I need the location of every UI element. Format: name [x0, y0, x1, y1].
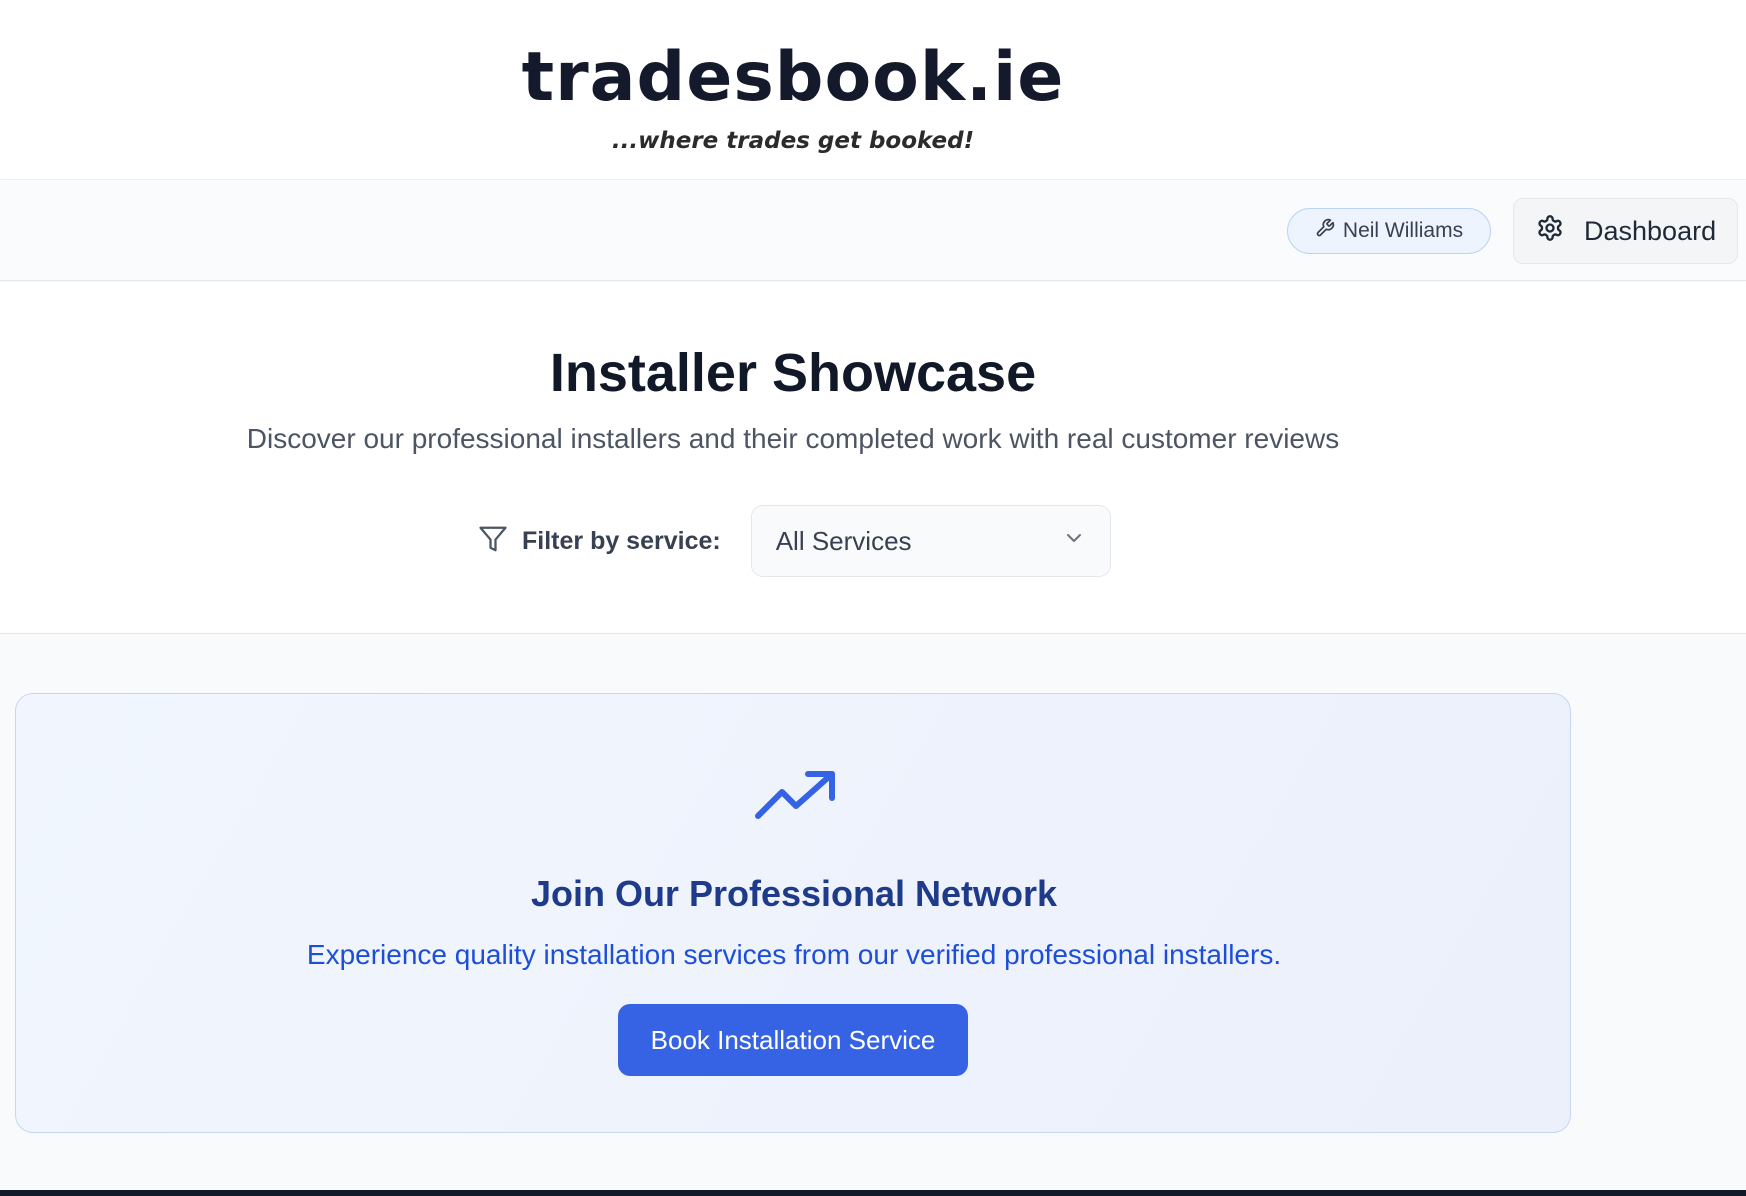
dashboard-label: Dashboard — [1584, 215, 1717, 246]
filter-label: Filter by service: — [522, 526, 721, 555]
book-installation-button[interactable]: Book Installation Service — [618, 1004, 968, 1076]
service-select[interactable]: All Services — [750, 505, 1111, 577]
footer-edge — [0, 1190, 1746, 1196]
logo-header: tradesbook.ie ...where trades get booked… — [0, 0, 1746, 180]
join-network-card: Join Our Professional Network Experience… — [15, 693, 1571, 1133]
chevron-down-icon — [1062, 526, 1086, 557]
page-title: Installer Showcase — [549, 343, 1037, 403]
service-select-value: All Services — [775, 525, 912, 556]
page-subtitle: Discover our professional installers and… — [246, 423, 1340, 454]
top-nav: Neil Williams Dashboard — [0, 181, 1746, 281]
filter-icon — [478, 524, 522, 559]
site-logo[interactable]: tradesbook.ie — [0, 38, 1586, 117]
showcase-hero: Installer Showcase Discover our professi… — [0, 282, 1746, 634]
user-name: Neil Williams — [1342, 219, 1464, 242]
cta-title: Join Our Professional Network — [530, 873, 1058, 914]
user-badge[interactable]: Neil Williams — [1287, 208, 1491, 254]
dashboard-button[interactable]: Dashboard — [1513, 198, 1738, 264]
site-tagline: ...where trades get booked! — [611, 128, 975, 154]
service-filter: Filter by service: All Services — [478, 505, 1111, 577]
content-area: Join Our Professional Network Experience… — [0, 634, 1746, 1190]
gear-icon — [1536, 214, 1564, 249]
wrench-icon — [1315, 218, 1335, 244]
cta-text: Experience quality installation services… — [306, 939, 1282, 970]
